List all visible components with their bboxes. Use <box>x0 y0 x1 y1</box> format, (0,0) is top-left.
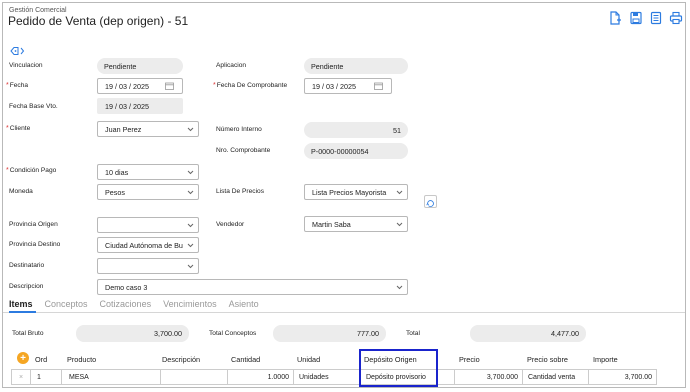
cell-importe[interactable]: 3,700.00 <box>589 369 657 385</box>
numero-interno-label: Número Interno <box>216 126 262 133</box>
tab-vencimientos[interactable]: Vencimientos <box>163 299 217 309</box>
lista-precios-label: Lista De Precios <box>216 188 265 195</box>
fecha-base-vto-label: Fecha Base Vto. <box>9 103 58 110</box>
cell-producto[interactable]: MESA <box>62 369 161 385</box>
chevron-down-icon <box>187 223 194 228</box>
table-row[interactable]: × 1 MESA 1.0000 Unidades Depósito provis… <box>11 369 657 385</box>
column-header-descripcion[interactable]: Descripción <box>162 350 200 369</box>
column-header-ord[interactable]: Ord <box>35 350 47 369</box>
destinatario-select[interactable] <box>97 258 199 274</box>
moneda-select[interactable]: Pesos <box>97 184 199 200</box>
condicion-pago-label: *Condición Pago <box>6 167 57 174</box>
nro-comprobante-label: Nro. Comprobante <box>216 147 271 154</box>
page-title: Pedido de Venta (dep origen) - 51 <box>8 14 189 28</box>
cell-precio[interactable]: 3,700.000 <box>455 369 523 385</box>
vinculacion-field: Pendiente <box>97 58 183 74</box>
cell-precio-sobre[interactable]: Cantidad venta <box>523 369 589 385</box>
chevron-down-icon <box>187 243 194 248</box>
chevron-down-icon <box>396 222 403 227</box>
tab-asiento[interactable]: Asiento <box>229 299 259 309</box>
calendar-icon[interactable] <box>165 82 174 90</box>
print-icon[interactable] <box>669 11 683 25</box>
nro-comprobante-field: P-0000-00000054 <box>304 143 408 159</box>
chevron-down-icon <box>396 190 403 195</box>
tab-bar: Items Conceptos Cotizaciones Vencimiento… <box>9 299 271 309</box>
column-header-precio-sobre[interactable]: Precio sobre <box>527 350 568 369</box>
highlight-box <box>359 349 438 387</box>
provincia-destino-select[interactable]: Ciudad Autónoma de Bu <box>97 237 199 253</box>
total-bruto-label: Total Bruto <box>12 330 44 337</box>
descripcion-label: Descripcion <box>9 283 44 290</box>
tab-items[interactable]: Items <box>9 299 33 309</box>
column-header-cantidad[interactable]: Cantidad <box>231 350 260 369</box>
vendedor-select[interactable]: Martin Saba <box>304 216 408 232</box>
tab-conceptos[interactable]: Conceptos <box>45 299 88 309</box>
remove-row-icon[interactable]: × <box>11 369 31 385</box>
fecha-comprobante-label: *Fecha De Comprobante <box>213 82 288 89</box>
window-frame: Gestión Comercial Pedido de Venta (dep o… <box>2 2 686 388</box>
lista-precios-select[interactable]: Lista Precios Mayorista <box>304 184 408 200</box>
grid-header: Ord Producto Descripción Cantidad Unidad… <box>11 350 657 369</box>
vendedor-label: Vendedor <box>216 221 245 228</box>
cell-ord[interactable]: 1 <box>31 369 62 385</box>
active-tab-indicator <box>9 311 36 313</box>
cliente-select[interactable]: Juan Perez <box>97 121 199 137</box>
condicion-pago-select[interactable]: 10 dias <box>97 164 199 180</box>
fecha-comprobante-input[interactable]: 19 / 03 / 2025 <box>304 78 392 94</box>
numero-interno-field: 51 <box>304 122 408 138</box>
tab-cotizaciones[interactable]: Cotizaciones <box>100 299 152 309</box>
fecha-input[interactable]: 19 / 03 / 2025 <box>97 78 183 94</box>
destinatario-label: Destinatario <box>9 262 45 269</box>
moneda-label: Moneda <box>9 188 33 195</box>
tag-icon[interactable] <box>10 43 26 55</box>
document-list-icon[interactable] <box>649 11 663 25</box>
chevron-down-icon <box>187 264 194 269</box>
chevron-down-icon <box>396 285 403 290</box>
vinculacion-label: Vinculacion <box>9 62 43 69</box>
refresh-icon[interactable] <box>424 195 437 208</box>
provincia-destino-label: Provincia Destino <box>9 241 61 248</box>
column-header-importe[interactable]: Importe <box>593 350 618 369</box>
cliente-label: *Cliente <box>6 125 31 132</box>
column-header-producto[interactable]: Producto <box>67 350 96 369</box>
aplicacion-field: Pendiente <box>304 58 408 74</box>
save-icon[interactable] <box>629 11 643 25</box>
fecha-base-vto-field: 19 / 03 / 2025 <box>97 98 183 114</box>
provincia-origen-label: Provincia Origen <box>9 221 58 228</box>
chevron-down-icon <box>187 170 194 175</box>
calendar-icon[interactable] <box>374 82 383 90</box>
cell-descripcion[interactable] <box>161 369 228 385</box>
column-header-precio[interactable]: Precio <box>459 350 480 369</box>
cell-unidad[interactable]: Unidades <box>294 369 360 385</box>
new-document-icon[interactable] <box>608 11 622 25</box>
provincia-origen-select[interactable] <box>97 217 199 233</box>
aplicacion-label: Aplicacion <box>216 62 247 69</box>
chevron-down-icon <box>187 190 194 195</box>
tab-divider <box>3 312 685 313</box>
total-label: Total <box>406 330 420 337</box>
column-header-unidad[interactable]: Unidad <box>297 350 320 369</box>
fecha-label: *Fecha <box>6 82 29 89</box>
chevron-down-icon <box>187 127 194 132</box>
total-bruto-field: 3,700.00 <box>76 325 189 342</box>
total-conceptos-field: 777.00 <box>273 325 386 342</box>
total-field: 4,477.00 <box>470 325 586 342</box>
total-conceptos-label: Total Conceptos <box>209 330 257 337</box>
cell-cantidad[interactable]: 1.0000 <box>228 369 294 385</box>
app-name: Gestión Comercial <box>9 7 67 14</box>
descripcion-select[interactable]: Demo caso 3 <box>97 279 408 295</box>
